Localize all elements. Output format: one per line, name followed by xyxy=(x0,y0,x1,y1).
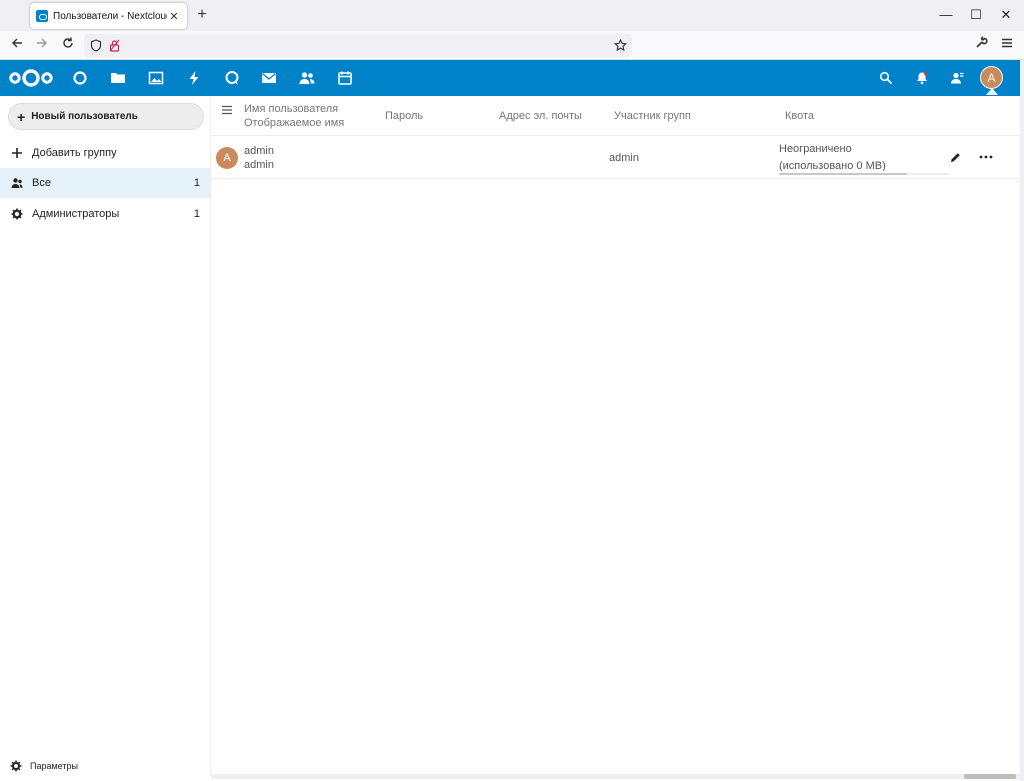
scrollbar-thumb[interactable] xyxy=(964,774,1016,779)
sidebar-item-count: 1 xyxy=(193,208,200,220)
forward-button[interactable] xyxy=(33,36,51,54)
gear-icon xyxy=(10,760,22,772)
app-talk[interactable] xyxy=(222,68,242,88)
sidebar-item-admins[interactable]: Администраторы 1 xyxy=(0,199,210,229)
column-header-email: Адрес эл. почты xyxy=(499,110,582,122)
more-actions-button[interactable] xyxy=(978,149,994,165)
row-quota[interactable]: Неограничено (использовано 0 MB) xyxy=(779,141,907,171)
window-border xyxy=(1020,60,1024,781)
close-window-button[interactable]: ✕ xyxy=(996,5,1016,25)
bookmark-star-icon[interactable] xyxy=(614,39,627,52)
sidebar-item-label: Добавить группу xyxy=(32,147,117,159)
app-contacts[interactable] xyxy=(297,68,317,88)
browser-tab-bar: Пользователи - Nextcloud ✕ + — ☐ ✕ xyxy=(0,0,1024,31)
browser-tab[interactable]: Пользователи - Nextcloud ✕ xyxy=(30,3,187,29)
search-button[interactable] xyxy=(876,68,896,88)
settings-button[interactable]: Параметры xyxy=(0,756,210,776)
avatar: A xyxy=(216,147,238,169)
browser-nav-bar xyxy=(0,31,1024,60)
dashboard-icon xyxy=(73,71,87,85)
plus-icon xyxy=(10,146,24,160)
edit-button[interactable] xyxy=(947,149,963,165)
nextcloud-header xyxy=(0,60,1020,96)
plus-icon: + xyxy=(17,108,26,125)
app-dashboard[interactable] xyxy=(70,68,90,88)
pencil-icon xyxy=(950,152,960,162)
mail-icon xyxy=(262,73,276,83)
settings-label: Параметры xyxy=(30,761,78,771)
hamburger-menu-icon xyxy=(1002,38,1012,48)
nextcloud-logo-icon[interactable] xyxy=(8,67,54,89)
app-menu-button[interactable] xyxy=(998,36,1016,54)
sidebar-item-add-group[interactable]: Добавить группу xyxy=(0,138,210,168)
admin-gear-icon xyxy=(10,207,24,221)
search-icon xyxy=(879,71,893,85)
bell-icon xyxy=(917,72,928,85)
files-icon xyxy=(111,73,125,83)
app-mail[interactable] xyxy=(259,68,279,88)
photos-icon xyxy=(148,71,164,85)
shield-icon[interactable] xyxy=(90,39,102,52)
maximize-button[interactable]: ☐ xyxy=(966,5,986,25)
row-displayname: admin xyxy=(244,159,274,171)
forward-arrow-icon xyxy=(37,38,47,48)
column-header-groups: Участник групп xyxy=(614,110,691,122)
back-arrow-icon xyxy=(12,38,22,48)
url-input[interactable] xyxy=(124,37,604,54)
new-user-button[interactable]: + Новый пользователь xyxy=(8,103,204,130)
reload-button[interactable] xyxy=(59,36,77,54)
column-header-displayname: Отображаемое имя xyxy=(244,117,345,129)
minimize-button[interactable]: — xyxy=(936,5,956,25)
notifications-button[interactable] xyxy=(912,68,932,88)
contacts-icon xyxy=(299,72,315,84)
table-row: A admin admin admin Неограничено (исполь… xyxy=(211,137,1020,179)
address-bar[interactable] xyxy=(84,34,632,57)
activity-icon xyxy=(189,71,199,85)
user-avatar[interactable]: A xyxy=(980,66,1003,89)
horizontal-scrollbar[interactable] xyxy=(211,774,1020,779)
menu-toggle-icon[interactable] xyxy=(221,104,233,116)
new-tab-button[interactable]: + xyxy=(193,6,211,24)
user-menu-caret xyxy=(986,88,998,95)
extensions-button[interactable] xyxy=(972,36,990,54)
sidebar-item-label: Все xyxy=(32,177,51,189)
wrench-icon xyxy=(976,36,988,48)
users-icon xyxy=(10,176,24,190)
app-calendar[interactable] xyxy=(335,68,355,88)
insecure-lock-icon[interactable] xyxy=(109,39,120,52)
talk-icon xyxy=(225,71,239,85)
sidebar-item-everyone[interactable]: Все 1 xyxy=(0,168,210,198)
contacts-menu-button[interactable] xyxy=(947,68,967,88)
more-dots-icon xyxy=(979,155,993,159)
column-header-password: Пароль xyxy=(385,110,424,122)
nextcloud-favicon-icon xyxy=(36,10,48,22)
column-header-quota: Квота xyxy=(785,110,815,122)
row-username: admin xyxy=(244,145,274,157)
new-user-label: Новый пользователь xyxy=(31,111,138,122)
user-list: Имя пользователя Отображаемое имя Пароль… xyxy=(211,96,1020,776)
tab-title: Пользователи - Nextcloud xyxy=(53,10,167,22)
tab-close-button[interactable]: ✕ xyxy=(167,10,181,23)
calendar-icon xyxy=(338,71,352,85)
app-navigation: + Новый пользователь Добавить группу Все… xyxy=(0,96,211,776)
user-list-header: Имя пользователя Отображаемое имя Пароль… xyxy=(211,96,1020,136)
back-button[interactable] xyxy=(8,36,26,54)
reload-icon xyxy=(63,37,73,48)
app-files[interactable] xyxy=(108,68,128,88)
contacts-menu-icon xyxy=(951,72,964,84)
sidebar-item-label: Администраторы xyxy=(32,208,120,220)
column-header-username: Имя пользователя xyxy=(244,103,339,115)
app-photos[interactable] xyxy=(146,68,166,88)
row-groups[interactable]: admin xyxy=(609,152,639,164)
quota-progress-bar xyxy=(779,173,949,175)
app-activity[interactable] xyxy=(184,68,204,88)
sidebar-item-count: 1 xyxy=(193,177,200,189)
